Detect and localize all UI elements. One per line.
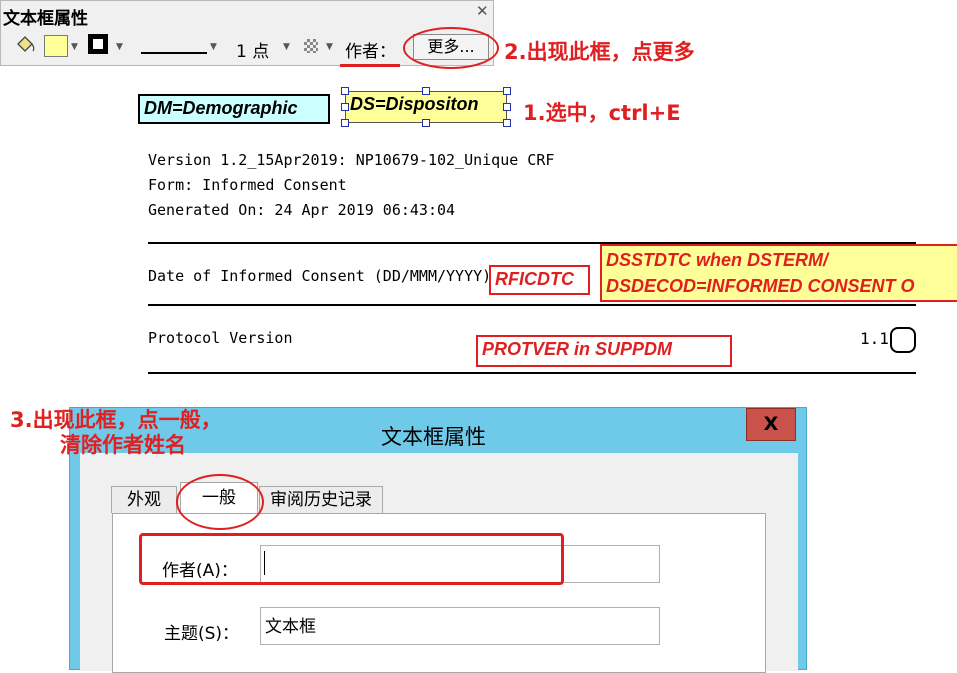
version-radio-option[interactable] bbox=[890, 327, 916, 353]
rficdtc-annotation[interactable]: RFICDTC bbox=[489, 265, 590, 295]
protver-annotation[interactable]: PROTVER in SUPPDM bbox=[476, 335, 732, 367]
dialog-title: 文本框属性 bbox=[381, 425, 486, 449]
protocol-version-value: 1.1 bbox=[860, 329, 889, 348]
author-label: 作者： bbox=[345, 42, 396, 62]
form-name-line: Form: Informed Consent bbox=[148, 176, 347, 194]
opacity-icon[interactable] bbox=[304, 39, 318, 53]
general-tab-highlight-oval bbox=[176, 474, 264, 530]
line-width-dropdown-icon[interactable]: ▼ bbox=[283, 42, 290, 52]
tab-review-history[interactable]: 审阅历史记录 bbox=[259, 486, 383, 513]
dm-annotation[interactable]: DM=Demographic bbox=[138, 94, 330, 124]
fill-color-swatch[interactable] bbox=[44, 35, 68, 57]
stroke-color-swatch[interactable] bbox=[88, 34, 108, 54]
selection-handle[interactable] bbox=[422, 119, 430, 127]
form-version-line: Version 1.2_15Apr2019: NP10679-102_Uniqu… bbox=[148, 151, 555, 169]
fill-bucket-icon[interactable] bbox=[14, 34, 36, 56]
selection-handle[interactable] bbox=[341, 87, 349, 95]
step3-line1: 3.出现此框，点一般， bbox=[10, 408, 222, 432]
subject-field[interactable]: 文本框 bbox=[260, 607, 660, 645]
selection-handle[interactable] bbox=[341, 119, 349, 127]
dsstdtc-line1: DSSTDTC when DSTERM/ bbox=[606, 250, 829, 270]
selection-handle[interactable] bbox=[422, 87, 430, 95]
line-style-selector[interactable] bbox=[141, 52, 207, 54]
line-width-value[interactable]: 1 点 bbox=[236, 37, 269, 62]
step3-instruction: 3.出现此框，点一般， 清除作者姓名 bbox=[10, 408, 222, 458]
dsstdtc-annotation[interactable]: DSSTDTC when DSTERM/ DSDECOD=INFORMED CO… bbox=[600, 244, 957, 302]
selection-handle[interactable] bbox=[341, 103, 349, 111]
selection-handle[interactable] bbox=[503, 87, 511, 95]
close-icon[interactable]: ✕ bbox=[476, 2, 489, 20]
toolbar-title: 文本框属性 bbox=[3, 9, 88, 29]
subject-field-value: 文本框 bbox=[265, 617, 316, 637]
divider bbox=[148, 304, 916, 306]
selection-handle[interactable] bbox=[503, 119, 511, 127]
selection-handle[interactable] bbox=[503, 103, 511, 111]
subject-field-label: 主题(S)： bbox=[164, 624, 240, 644]
dsstdtc-line2: DSDECOD=INFORMED CONSENT O bbox=[606, 276, 915, 296]
fill-color-dropdown-icon[interactable]: ▼ bbox=[71, 42, 78, 52]
tab-appearance[interactable]: 外观 bbox=[111, 486, 177, 513]
step2-instruction: 2.出现此框，点更多 bbox=[504, 40, 695, 64]
step1-instruction: 1.选中，ctrl+E bbox=[523, 101, 681, 125]
consent-date-label: Date of Informed Consent (DD/MMM/YYYY) bbox=[148, 267, 492, 285]
author-underline-highlight bbox=[340, 64, 400, 67]
divider bbox=[148, 372, 916, 374]
protocol-version-label: Protocol Version bbox=[148, 329, 293, 347]
step3-line2: 清除作者姓名 bbox=[60, 433, 186, 457]
author-field-highlight-rect bbox=[139, 533, 564, 585]
dialog-close-button[interactable]: X bbox=[746, 408, 796, 441]
opacity-dropdown-icon[interactable]: ▼ bbox=[326, 42, 333, 52]
more-button-highlight-oval bbox=[403, 27, 499, 69]
line-style-dropdown-icon[interactable]: ▼ bbox=[210, 42, 217, 52]
generated-on-line: Generated On: 24 Apr 2019 06:43:04 bbox=[148, 201, 456, 219]
stroke-color-dropdown-icon[interactable]: ▼ bbox=[116, 42, 123, 52]
